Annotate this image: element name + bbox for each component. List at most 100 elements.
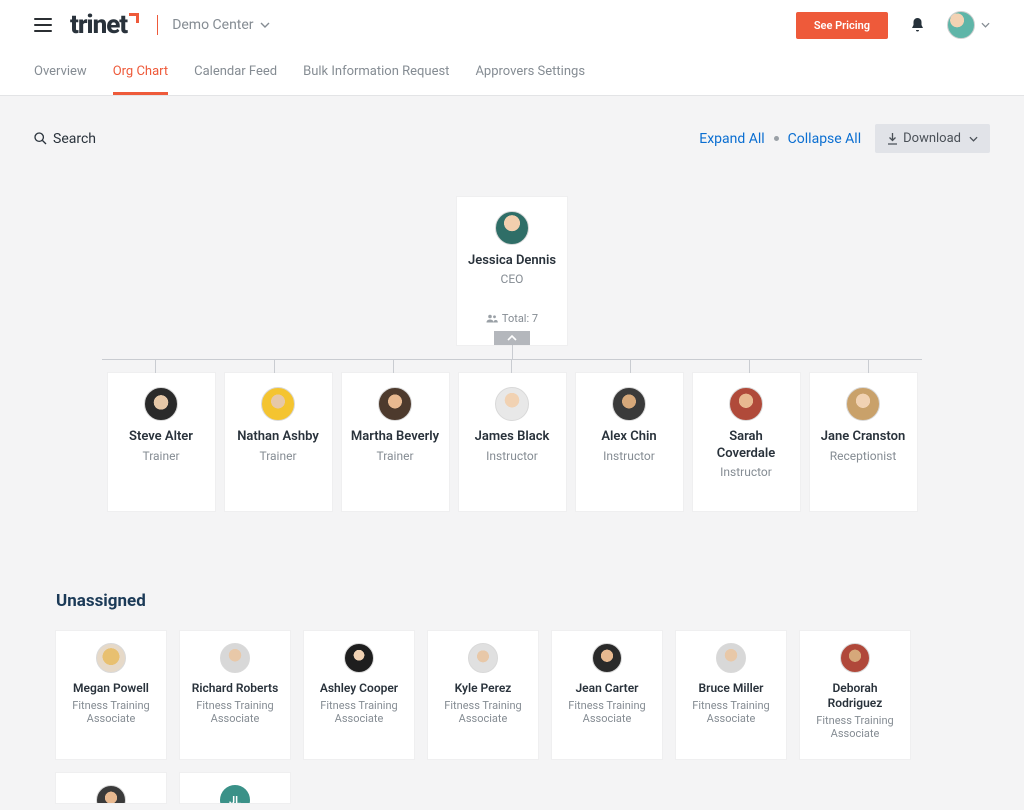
person-name: Sarah Coverdale [699, 429, 794, 462]
person-role: Instructor [465, 449, 560, 463]
menu-icon[interactable] [34, 18, 52, 32]
divider [157, 15, 158, 35]
download-label: Download [903, 131, 961, 146]
person-role: Fitness Training Associate [62, 699, 160, 725]
tab-org-chart[interactable]: Org Chart [113, 50, 168, 95]
person-name: Kyle Perez [434, 681, 532, 696]
unassigned-card[interactable]: Kyle Perez Fitness Training Associate [428, 631, 538, 759]
unassigned-card[interactable]: JL [180, 773, 290, 803]
chevron-down-icon [969, 136, 978, 142]
chevron-down-icon [981, 22, 990, 28]
user-menu[interactable] [947, 11, 990, 39]
avatar-initials: JL [220, 785, 250, 803]
tab-bulk-information-request[interactable]: Bulk Information Request [303, 50, 449, 95]
unassigned-card[interactable]: Richard RobertsFitness Training Associat… [180, 631, 290, 759]
avatar [592, 643, 622, 673]
tabs: Overview Org Chart Calendar Feed Bulk Infor… [0, 50, 1024, 96]
user-avatar [947, 11, 975, 39]
org-child-card[interactable]: Steve Alter Trainer [108, 373, 215, 511]
chevron-down-icon [260, 22, 270, 28]
person-role: Fitness Training Associate [558, 699, 656, 725]
tab-overview[interactable]: Overview [34, 50, 87, 95]
org-child-card[interactable]: James Black Instructor [459, 373, 566, 511]
person-name: Ashley Cooper [310, 681, 408, 696]
person-role: Trainer [231, 449, 326, 463]
tab-approvers-settings[interactable]: Approvers Settings [475, 50, 585, 95]
avatar [261, 387, 295, 421]
controls-row: Search Expand All Collapse All Download [0, 96, 1024, 153]
person-name: Steve Alter [114, 429, 209, 445]
unassigned-heading: Unassigned [56, 591, 968, 611]
org-chart: Jessica Dennis CEO Total: 7 Steve Alter T… [0, 153, 1024, 511]
org-child-card[interactable]: Jane CranstonReceptionist [810, 373, 917, 511]
dot-separator [774, 136, 779, 141]
org-child-card[interactable]: Nathan Ashby Trainer [225, 373, 332, 511]
avatar [378, 387, 412, 421]
people-icon [486, 314, 498, 323]
controls-right: Expand All Collapse All Download [699, 124, 990, 153]
person-role: Instructor [699, 465, 794, 479]
org-child-card[interactable]: Sarah Coverdale Instructor [693, 373, 800, 511]
person-role: Receptionist [816, 449, 911, 463]
avatar [220, 643, 250, 673]
avatar [840, 643, 870, 673]
search-label: Search [53, 131, 96, 147]
person-role: Fitness Training Associate [310, 699, 408, 725]
connector [512, 345, 513, 359]
brand-corner-icon [129, 13, 139, 23]
org-children-row: Steve AlterTrainerNathan AshbyTrainerMar… [34, 373, 990, 511]
collapse-toggle[interactable] [494, 331, 530, 345]
person-role: Fitness Training Associate [434, 699, 532, 725]
person-name: Martha Beverly [348, 429, 443, 445]
person-name: Deborah Rodriguez [806, 681, 904, 711]
unassigned-card[interactable]: Ashley Cooper Fitness Training Associate [304, 631, 414, 759]
unassigned-card[interactable] [56, 773, 166, 803]
org-child-card[interactable]: Alex Chin Instructor [576, 373, 683, 511]
person-role: CEO [465, 272, 559, 286]
person-role: Fitness Training Associate [682, 699, 780, 725]
person-name: Megan Powell [62, 681, 160, 696]
person-name: Bruce Miller [682, 681, 780, 696]
avatar [344, 643, 374, 673]
avatar [96, 785, 126, 803]
notifications-icon[interactable] [910, 17, 925, 33]
avatar [495, 387, 529, 421]
person-name: Jean Carter [558, 681, 656, 696]
person-name: Richard Roberts [186, 681, 284, 696]
org-child-card[interactable]: Martha Beverly Trainer [342, 373, 449, 511]
avatar [612, 387, 646, 421]
workspace-name: Demo Center [172, 17, 253, 33]
download-button[interactable]: Download [875, 124, 990, 153]
person-name: Jessica Dennis [465, 253, 559, 269]
unassigned-overflow-row: JL [56, 773, 968, 803]
unassigned-grid: Megan Powell Fitness Training Associate Ri… [56, 631, 968, 759]
unassigned-card[interactable]: Megan Powell Fitness Training Associate [56, 631, 166, 759]
tab-calendar-feed[interactable]: Calendar Feed [194, 50, 277, 95]
topbar: trinet Demo Center See Pricing [0, 0, 1024, 50]
workspace-switcher[interactable]: Demo Center [172, 17, 269, 33]
app-root: trinet Demo Center See Pricing OverviewO… [0, 0, 1024, 810]
brand-text: trinet [70, 12, 127, 38]
person-role: Trainer [114, 449, 209, 463]
brand-logo[interactable]: trinet [70, 12, 139, 38]
unassigned-card[interactable]: Jean Carter Fitness Training Associate [552, 631, 662, 759]
see-pricing-button[interactable]: See Pricing [796, 12, 888, 39]
expand-all-link[interactable]: Expand All [699, 131, 764, 147]
connector-rail [102, 359, 922, 373]
unassigned-card[interactable]: Deborah RodriguezFitness Training Associ… [800, 631, 910, 759]
avatar [468, 643, 498, 673]
person-name: Alex Chin [582, 429, 677, 445]
avatar [846, 387, 880, 421]
avatar [495, 211, 529, 245]
person-name: James Black [465, 429, 560, 445]
collapse-all-link[interactable]: Collapse All [788, 131, 861, 147]
unassigned-card[interactable]: Bruce Miller Fitness Training Associate [676, 631, 786, 759]
person-role: Instructor [582, 449, 677, 463]
report-count: Total: 7 [465, 312, 559, 325]
search-button[interactable]: Search [34, 131, 96, 147]
org-root-card[interactable]: Jessica Dennis CEO Total: 7 [457, 197, 567, 345]
avatar [729, 387, 763, 421]
avatar [96, 643, 126, 673]
person-name: Nathan Ashby [231, 429, 326, 445]
person-role: Trainer [348, 449, 443, 463]
